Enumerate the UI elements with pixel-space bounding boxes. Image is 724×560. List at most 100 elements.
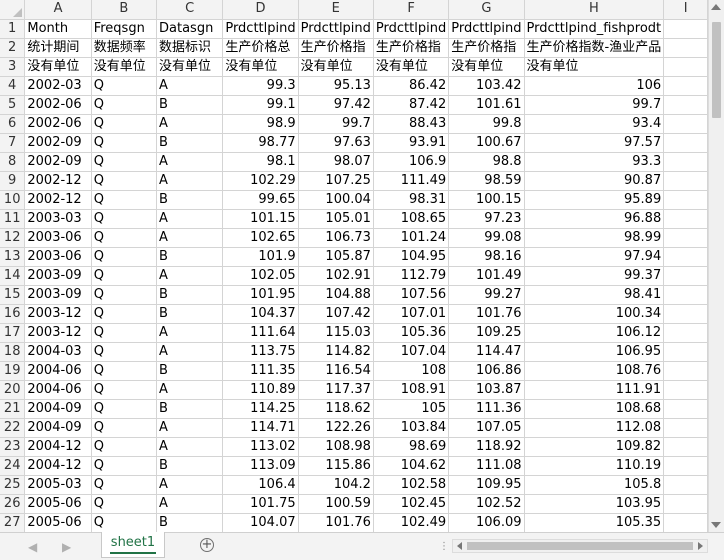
cell[interactable]: 108.68 [524, 399, 665, 419]
cell[interactable] [663, 171, 708, 191]
cell[interactable]: 2005-06 [24, 513, 92, 532]
column-header-g[interactable]: G [448, 0, 525, 20]
cell[interactable]: 2004-03 [24, 342, 92, 362]
cell[interactable]: Datasgn [156, 19, 224, 39]
cell[interactable]: 102.91 [298, 266, 374, 286]
cell[interactable]: 98.16 [448, 247, 525, 267]
cell[interactable]: 108.91 [373, 380, 450, 400]
cell[interactable]: Q [91, 285, 158, 305]
cell[interactable]: A [156, 418, 224, 438]
cell[interactable]: Prdcttlpind_fishprodt [524, 19, 665, 39]
cell[interactable]: B [156, 399, 224, 419]
cell[interactable]: 101.76 [298, 513, 374, 532]
add-sheet-icon[interactable]: + [200, 538, 214, 552]
cell[interactable]: 104.95 [373, 247, 450, 267]
row-header[interactable]: 21 [0, 399, 26, 419]
cell[interactable]: 101.15 [222, 209, 299, 229]
cell[interactable]: 108 [373, 361, 450, 381]
column-header-e[interactable]: E [298, 0, 374, 20]
cell[interactable]: 100.04 [298, 190, 374, 210]
row-header[interactable]: 11 [0, 209, 26, 229]
cell[interactable]: 没有单位 [373, 57, 450, 77]
cell[interactable]: Q [91, 266, 158, 286]
cell[interactable]: A [156, 266, 224, 286]
cell[interactable]: 113.75 [222, 342, 299, 362]
cell[interactable]: 107.56 [373, 285, 450, 305]
cell[interactable]: 102.65 [222, 228, 299, 248]
cell[interactable]: 86.42 [373, 76, 450, 96]
cell[interactable]: 2005-03 [24, 475, 92, 495]
cell[interactable]: 99.8 [448, 114, 525, 134]
cell[interactable] [663, 285, 708, 305]
cell[interactable] [663, 76, 708, 96]
horizontal-scrollbar[interactable] [452, 539, 708, 553]
row-header[interactable]: 26 [0, 494, 26, 514]
cell[interactable] [663, 437, 708, 457]
row-header[interactable]: 8 [0, 152, 26, 172]
cell[interactable]: 2003-06 [24, 247, 92, 267]
cell[interactable] [663, 57, 708, 77]
cell[interactable]: 118.62 [298, 399, 374, 419]
cell[interactable]: 90.87 [524, 171, 665, 191]
cell[interactable]: Prdcttlpind [298, 19, 374, 39]
cell[interactable]: 105.87 [298, 247, 374, 267]
cell[interactable]: 2002-09 [24, 152, 92, 172]
cell[interactable]: 生产价格指数-渔业产品 [524, 38, 665, 58]
cell[interactable]: 106.73 [298, 228, 374, 248]
cell[interactable]: 2004-06 [24, 380, 92, 400]
cell[interactable]: 2003-03 [24, 209, 92, 229]
cell[interactable]: 105.36 [373, 323, 450, 343]
scroll-down-icon[interactable] [711, 522, 721, 528]
cell[interactable]: 108.98 [298, 437, 374, 457]
cell[interactable]: 2003-12 [24, 304, 92, 324]
cell[interactable] [663, 494, 708, 514]
cell[interactable]: 104.62 [373, 456, 450, 476]
cell[interactable]: Q [91, 418, 158, 438]
cell[interactable]: 93.91 [373, 133, 450, 153]
cell[interactable] [663, 418, 708, 438]
cell[interactable]: 99.3 [222, 76, 299, 96]
cell[interactable]: 98.77 [222, 133, 299, 153]
cell[interactable]: 106.4 [222, 475, 299, 495]
cell[interactable]: B [156, 513, 224, 532]
cell[interactable]: 103.95 [524, 494, 665, 514]
cell[interactable]: 87.42 [373, 95, 450, 115]
cell[interactable]: 2004-12 [24, 437, 92, 457]
cell[interactable]: A [156, 171, 224, 191]
row-header[interactable]: 10 [0, 190, 26, 210]
cell[interactable]: Prdcttlpind [222, 19, 299, 39]
row-header[interactable]: 23 [0, 437, 26, 457]
cell[interactable]: 101.24 [373, 228, 450, 248]
column-header-a[interactable]: A [24, 0, 92, 20]
row-header[interactable]: 1 [0, 19, 26, 39]
cell[interactable]: 97.94 [524, 247, 665, 267]
cell[interactable]: 104.37 [222, 304, 299, 324]
cell[interactable]: 97.23 [448, 209, 525, 229]
cell[interactable]: Q [91, 228, 158, 248]
row-header[interactable]: 22 [0, 418, 26, 438]
cell[interactable]: 98.59 [448, 171, 525, 191]
cell[interactable]: 100.15 [448, 190, 525, 210]
cell[interactable]: B [156, 95, 224, 115]
cell[interactable]: A [156, 228, 224, 248]
cell[interactable]: 111.08 [448, 456, 525, 476]
cell[interactable]: 100.67 [448, 133, 525, 153]
cell[interactable]: 111.64 [222, 323, 299, 343]
row-header[interactable]: 27 [0, 513, 26, 532]
cell[interactable]: 2002-09 [24, 133, 92, 153]
column-header-f[interactable]: F [373, 0, 450, 20]
cell[interactable]: 数据频率 [91, 38, 158, 58]
cell[interactable]: 110.89 [222, 380, 299, 400]
cell[interactable]: 2002-03 [24, 76, 92, 96]
cell[interactable]: 108.76 [524, 361, 665, 381]
cell[interactable]: 没有单位 [448, 57, 525, 77]
cell[interactable]: 107.05 [448, 418, 525, 438]
cell[interactable]: 98.69 [373, 437, 450, 457]
cell[interactable]: 117.37 [298, 380, 374, 400]
cell[interactable]: Q [91, 513, 158, 532]
cell[interactable]: Q [91, 171, 158, 191]
cell[interactable]: Q [91, 361, 158, 381]
horizontal-scroll-thumb[interactable] [467, 542, 693, 550]
cell[interactable] [663, 513, 708, 532]
select-all-corner[interactable] [0, 0, 26, 20]
